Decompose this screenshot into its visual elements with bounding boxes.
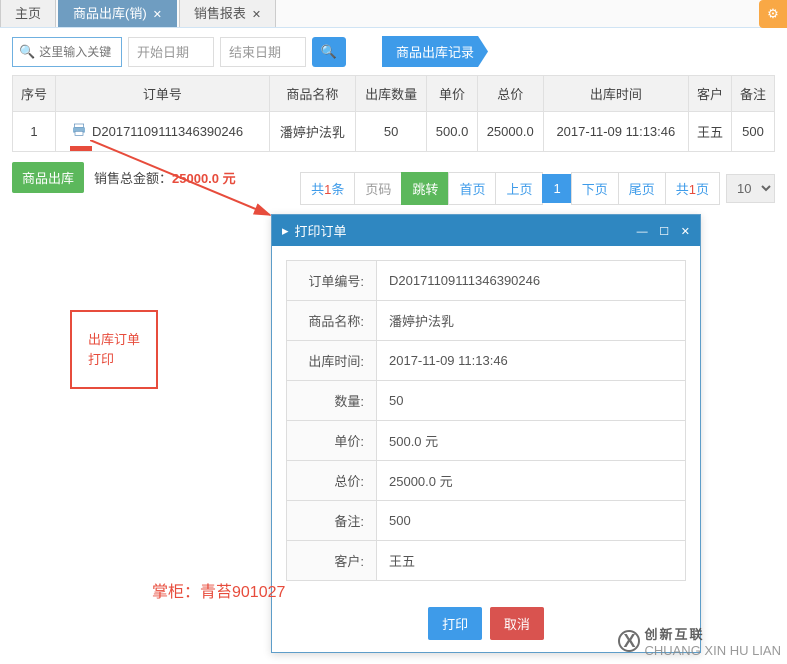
lbl-notes: 备注: bbox=[287, 501, 377, 541]
lbl-total: 总价: bbox=[287, 461, 377, 501]
pagination: 共1条 页码 跳转 首页 上页 1 下页 尾页 共1页 10 bbox=[301, 172, 775, 205]
detail-table: 订单编号:D20171109111346390246 商品名称:潘婷护法乳 出库… bbox=[286, 260, 686, 581]
print-button[interactable]: 打印 bbox=[428, 607, 482, 640]
page-size-select[interactable]: 10 bbox=[726, 174, 775, 203]
total-label: 销售总金额： bbox=[94, 171, 172, 186]
first-page[interactable]: 首页 bbox=[448, 172, 496, 205]
watermark: X 创新互联 CHUANG XIN HU LIAN bbox=[618, 624, 781, 658]
table-row[interactable]: 1 D20171109111346390246 潘婷护法乳 50 500.0 2… bbox=[13, 112, 775, 152]
watermark-cn: 创新互联 bbox=[644, 624, 781, 643]
val-product: 潘婷护法乳 bbox=[377, 301, 686, 341]
callout-line: 打印 bbox=[88, 350, 140, 370]
cell-order-no: D20171109111346390246 bbox=[55, 112, 269, 152]
cell-time: 2017-11-09 11:13:46 bbox=[543, 112, 688, 152]
cell-total: 25000.0 bbox=[477, 112, 543, 152]
lbl-product: 商品名称: bbox=[287, 301, 377, 341]
last-page[interactable]: 尾页 bbox=[618, 172, 666, 205]
tab-label: 商品出库(销) bbox=[73, 6, 147, 21]
col-customer: 客户 bbox=[688, 76, 731, 112]
val-qty: 50 bbox=[377, 381, 686, 421]
placeholder-text: 开始日期 bbox=[137, 42, 189, 61]
dialog-header[interactable]: ▸ 打印订单 — ☐ ✕ bbox=[272, 215, 700, 246]
search-icon: 🔍 bbox=[19, 44, 35, 60]
pages-total: 共1页 bbox=[665, 172, 720, 205]
print-icon[interactable] bbox=[70, 122, 88, 141]
search-input-wrap: 🔍 bbox=[12, 37, 122, 67]
cell-price: 500.0 bbox=[427, 112, 477, 152]
col-price: 单价 bbox=[427, 76, 477, 112]
val-customer: 王五 bbox=[377, 541, 686, 581]
search-input[interactable] bbox=[39, 45, 115, 59]
end-date-input[interactable]: 结束日期 bbox=[220, 37, 306, 67]
next-page[interactable]: 下页 bbox=[571, 172, 619, 205]
jump-button[interactable]: 跳转 bbox=[401, 172, 449, 205]
lbl-qty: 数量: bbox=[287, 381, 377, 421]
search-icon: 🔍 bbox=[321, 44, 337, 60]
annotation-callout: 出库订单 打印 bbox=[70, 310, 158, 389]
lbl-price: 单价: bbox=[287, 421, 377, 461]
minimize-icon[interactable]: — bbox=[637, 226, 648, 238]
val-notes: 500 bbox=[377, 501, 686, 541]
val-price: 500.0 元 bbox=[377, 421, 686, 461]
placeholder-text: 结束日期 bbox=[229, 42, 281, 61]
dialog-body: 订单编号:D20171109111346390246 商品名称:潘婷护法乳 出库… bbox=[272, 246, 700, 595]
cell-product: 潘婷护法乳 bbox=[269, 112, 355, 152]
footer-note: 掌柜：青苔901027 bbox=[152, 578, 285, 602]
col-qty: 出库数量 bbox=[355, 76, 427, 112]
col-seq: 序号 bbox=[13, 76, 56, 112]
lbl-time: 出库时间: bbox=[287, 341, 377, 381]
dialog-title: 打印订单 bbox=[295, 221, 347, 240]
watermark-en: CHUANG XIN HU LIAN bbox=[644, 643, 781, 658]
tab-label: 主页 bbox=[15, 6, 41, 21]
start-date-input[interactable]: 开始日期 bbox=[128, 37, 214, 67]
outbound-button[interactable]: 商品出库 bbox=[12, 162, 84, 193]
outbound-table: 序号 订单号 商品名称 出库数量 单价 总价 出库时间 客户 备注 1 D201… bbox=[12, 75, 775, 152]
watermark-logo-icon: X bbox=[618, 630, 640, 652]
gear-icon: ⚙ bbox=[767, 6, 779, 22]
search-button[interactable]: 🔍 bbox=[312, 37, 346, 67]
tab-outbound[interactable]: 商品出库(销) ✕ bbox=[58, 0, 177, 27]
tab-bar: 主页 商品出库(销) ✕ 销售报表 ✕ ⚙ bbox=[0, 0, 787, 28]
close-icon[interactable]: ✕ bbox=[153, 9, 162, 21]
col-total: 总价 bbox=[477, 76, 543, 112]
col-notes: 备注 bbox=[731, 76, 774, 112]
cell-customer: 王五 bbox=[688, 112, 731, 152]
current-page[interactable]: 1 bbox=[542, 174, 571, 203]
tab-home[interactable]: 主页 bbox=[0, 0, 56, 27]
val-total: 25000.0 元 bbox=[377, 461, 686, 501]
chevron-right-icon: ▸ bbox=[282, 223, 289, 239]
col-product: 商品名称 bbox=[269, 76, 355, 112]
prev-page[interactable]: 上页 bbox=[495, 172, 543, 205]
order-no-text: D20171109111346390246 bbox=[92, 124, 243, 139]
tab-label: 销售报表 bbox=[194, 6, 246, 21]
filter-toolbar: 🔍 开始日期 结束日期 🔍 商品出库记录 bbox=[0, 28, 787, 75]
col-time: 出库时间 bbox=[543, 76, 688, 112]
page-no-label: 页码 bbox=[354, 172, 402, 205]
total-value: 25000.0 元 bbox=[172, 171, 236, 186]
close-icon[interactable]: ✕ bbox=[252, 9, 261, 21]
section-ribbon: 商品出库记录 bbox=[382, 36, 488, 67]
val-order-no: D20171109111346390246 bbox=[377, 261, 686, 301]
lbl-order-no: 订单编号: bbox=[287, 261, 377, 301]
settings-gear-button[interactable]: ⚙ bbox=[759, 0, 787, 28]
print-dialog: ▸ 打印订单 — ☐ ✕ 订单编号:D20171109111346390246 … bbox=[271, 214, 701, 653]
ribbon-label: 商品出库记录 bbox=[396, 45, 474, 60]
val-time: 2017-11-09 11:13:46 bbox=[377, 341, 686, 381]
callout-line: 出库订单 bbox=[88, 330, 140, 350]
cell-notes: 500 bbox=[731, 112, 774, 152]
cell-seq: 1 bbox=[13, 112, 56, 152]
cell-qty: 50 bbox=[355, 112, 427, 152]
col-order-no: 订单号 bbox=[55, 76, 269, 112]
tab-report[interactable]: 销售报表 ✕ bbox=[179, 0, 276, 27]
maximize-icon[interactable]: ☐ bbox=[659, 226, 669, 238]
cancel-button[interactable]: 取消 bbox=[490, 607, 544, 640]
page-count: 共1条 bbox=[300, 172, 355, 205]
close-icon[interactable]: ✕ bbox=[681, 226, 690, 238]
lbl-customer: 客户: bbox=[287, 541, 377, 581]
